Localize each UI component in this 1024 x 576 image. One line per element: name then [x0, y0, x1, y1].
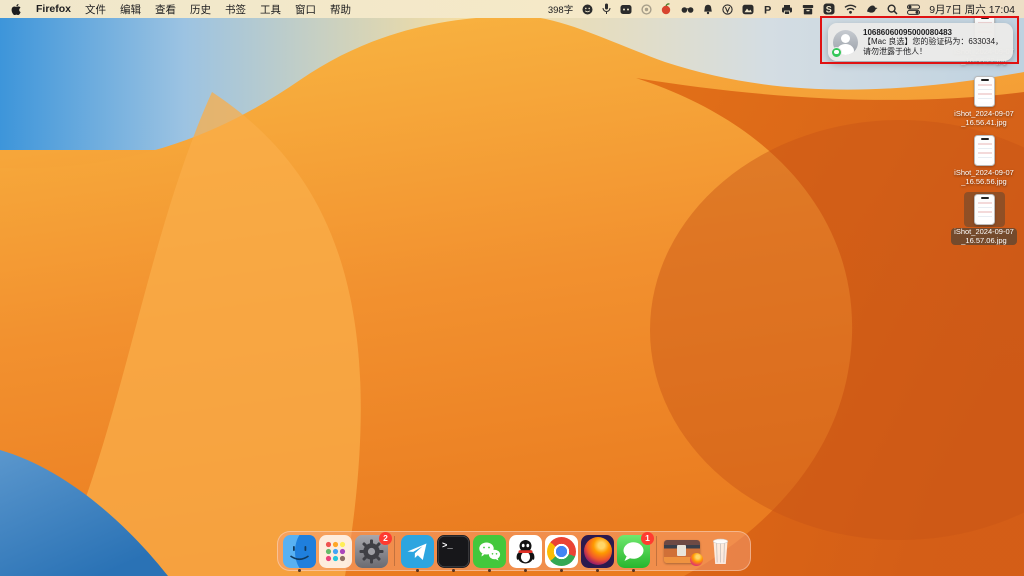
notification-body: 【Mac 良选】您的验证码为：633034，请勿泄露于他人！	[863, 37, 1004, 56]
bell-icon[interactable]	[703, 4, 713, 15]
dock-item-system-settings[interactable]: 2	[355, 531, 392, 568]
menu-edit[interactable]: 编辑	[120, 2, 141, 17]
firefox-logo-icon	[583, 537, 612, 565]
dock-item-firefox[interactable]	[581, 534, 614, 572]
spotlight-icon[interactable]	[887, 3, 898, 15]
menu-help[interactable]: 帮助	[330, 2, 351, 17]
dock-item-terminal[interactable]: >_	[437, 534, 470, 572]
svg-text:S: S	[826, 4, 832, 14]
control-center-icon[interactable]	[907, 4, 921, 15]
dock-separator	[394, 536, 395, 566]
microphone-icon[interactable]	[602, 3, 611, 15]
letter-p-icon[interactable]: P	[763, 4, 772, 15]
letter-s-icon[interactable]: S	[823, 3, 835, 15]
menu-history[interactable]: 历史	[190, 2, 211, 17]
svg-text:P: P	[764, 4, 771, 15]
printer-icon[interactable]	[781, 4, 793, 15]
settings-notification-badge: 2	[379, 531, 392, 545]
cherry-icon[interactable]	[661, 3, 672, 15]
desktop-file-3[interactable]: iShot_2024-09-07 _16.56.56.jpg	[950, 133, 1018, 186]
file-thumbnail	[973, 194, 995, 225]
desktop-file-4-selected[interactable]: iShot_2024-09-07 _16.57.06.jpg	[950, 192, 1018, 245]
smiley-icon[interactable]	[582, 4, 593, 15]
bird-icon[interactable]	[866, 4, 878, 14]
menu-tools[interactable]: 工具	[260, 2, 281, 17]
messages-app-badge-icon	[831, 46, 842, 58]
dock-item-qq[interactable]	[509, 534, 542, 572]
menu-view[interactable]: 查看	[155, 2, 176, 17]
menu-bookmarks[interactable]: 书签	[225, 2, 246, 17]
dock-item-finder[interactable]	[283, 534, 316, 572]
firefox-download-badge-icon	[690, 552, 703, 566]
download-file-thumbnail	[664, 539, 703, 566]
file-label: iShot_2024-09-07 _16.56.56.jpg	[954, 168, 1014, 186]
dock-item-telegram[interactable]	[401, 534, 434, 572]
dock-item-chrome[interactable]	[545, 534, 578, 572]
file-thumbnail	[973, 76, 995, 107]
messages-notification-badge: 1	[641, 531, 654, 545]
menu-window[interactable]: 窗口	[295, 2, 316, 17]
wallpaper	[0, 0, 1024, 576]
dock-item-launchpad[interactable]	[319, 534, 352, 568]
v-circle-icon[interactable]	[722, 3, 733, 15]
menu-bar-status-area: 398字 P S 9月7日 周六 17:04	[548, 2, 1024, 17]
word-count-status[interactable]: 398字	[548, 2, 573, 16]
file-label: iShot_2024-09-07 _16.56.41.jpg	[954, 109, 1014, 127]
desktop-screen: Firefox 文件 编辑 查看 历史 书签 工具 窗口 帮助 398字 P S	[0, 0, 1024, 576]
menu-bar: Firefox 文件 编辑 查看 历史 书签 工具 窗口 帮助 398字 P S	[0, 0, 1024, 18]
terminal-prompt-glyph: >_	[442, 541, 453, 551]
dock-separator	[656, 536, 657, 566]
file-label: iShot_2024-09-07 _16.57.06.jpg	[951, 227, 1017, 245]
chrome-logo-icon	[547, 536, 576, 566]
glasses-icon[interactable]	[681, 5, 694, 14]
archive-box-icon[interactable]	[802, 4, 814, 15]
dimmed-circle-icon[interactable]	[641, 3, 652, 15]
file-thumbnail	[973, 135, 995, 166]
dock-item-messages[interactable]: 1	[617, 531, 654, 572]
menu-clock[interactable]: 9月7日 周六 17:04	[929, 2, 1015, 17]
dock-item-wechat[interactable]	[473, 534, 506, 572]
apple-menu-icon[interactable]	[11, 3, 22, 16]
menu-file[interactable]: 文件	[85, 2, 106, 17]
dock: 2 >_ 1	[277, 531, 751, 572]
notification-banner[interactable]: 10686060095000080483 【Mac 良选】您的验证码为：6330…	[828, 23, 1013, 61]
dock-item-recent-download[interactable]	[663, 535, 703, 568]
menu-bar-left: Firefox 文件 编辑 查看 历史 书签 工具 窗口 帮助	[0, 2, 351, 17]
menu-app-name[interactable]: Firefox	[36, 3, 71, 15]
photo-square-icon[interactable]	[742, 4, 754, 15]
notification-avatar	[831, 29, 858, 58]
dock-item-trash[interactable]	[704, 535, 737, 568]
keyboard-icon[interactable]	[620, 4, 632, 15]
wifi-icon[interactable]	[844, 4, 857, 14]
desktop-file-2[interactable]: iShot_2024-09-07 _16.56.41.jpg	[950, 74, 1018, 127]
notification-title: 10686060095000080483	[863, 27, 952, 37]
